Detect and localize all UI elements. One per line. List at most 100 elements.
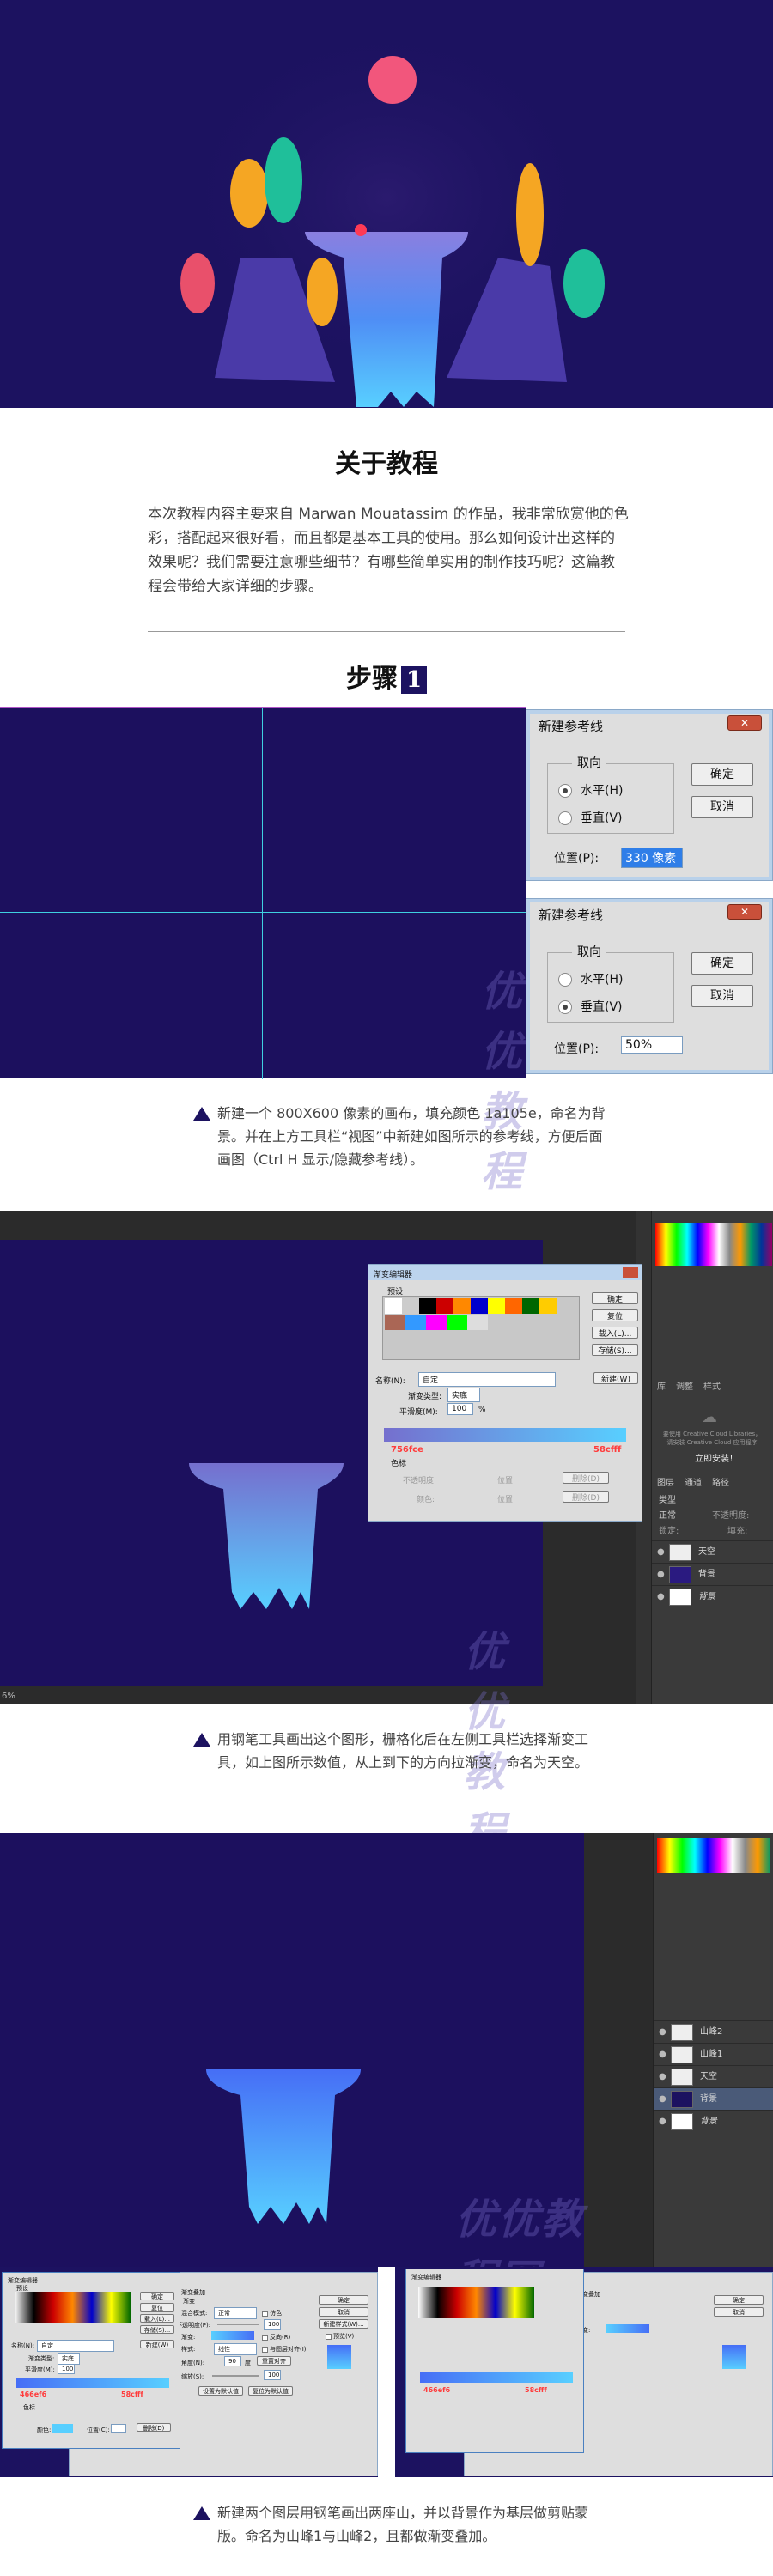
layer-row[interactable]: ● 天空 bbox=[652, 1540, 773, 1563]
new-button[interactable]: 新建(W) bbox=[593, 1372, 638, 1384]
reset-align-button[interactable]: 重置对齐 bbox=[257, 2356, 291, 2366]
preview-checkbox[interactable]: 预览(V) bbox=[326, 2332, 354, 2341]
eye-icon[interactable]: ● bbox=[659, 2088, 666, 2111]
smoothness-input[interactable]: 100 bbox=[447, 1403, 473, 1415]
reverse-checkbox[interactable]: 反向(R) bbox=[262, 2333, 290, 2342]
layer-row-selected[interactable]: ● 背景 bbox=[654, 2087, 773, 2110]
cancel-button[interactable]: 取消 bbox=[714, 2307, 764, 2317]
sky-and-mountains-shape bbox=[206, 2069, 361, 2224]
save-button[interactable]: 存储(S)... bbox=[140, 2325, 174, 2334]
load-button[interactable]: 载入(L)... bbox=[592, 1327, 638, 1339]
name-input[interactable]: 自定 bbox=[37, 2340, 114, 2352]
layer-row[interactable]: ● 背景 bbox=[652, 1585, 773, 1607]
ok-button[interactable]: 确定 bbox=[691, 763, 753, 786]
tab-paths[interactable]: 路径 bbox=[712, 1475, 729, 1488]
smoothness-input[interactable]: 100 bbox=[58, 2364, 75, 2374]
eye-icon[interactable]: ● bbox=[657, 1586, 665, 1608]
layer-row[interactable]: ● 背景 bbox=[652, 1563, 773, 1585]
swatches-panel[interactable] bbox=[657, 1838, 770, 1873]
position-label: 位置(P): bbox=[554, 1042, 600, 1056]
eye-icon[interactable]: ● bbox=[657, 1564, 665, 1586]
eye-icon[interactable]: ● bbox=[657, 1541, 665, 1564]
layer-row[interactable]: ● 背景 bbox=[654, 2110, 773, 2132]
layer-filter-kind[interactable]: 类型 bbox=[659, 1492, 676, 1505]
dither-checkbox[interactable]: 仿色 bbox=[262, 2309, 282, 2318]
eye-icon[interactable]: ● bbox=[659, 2066, 666, 2088]
checkbox-icon[interactable] bbox=[262, 2334, 268, 2341]
close-icon[interactable]: ✕ bbox=[727, 904, 762, 920]
color-swatch[interactable] bbox=[52, 2424, 73, 2433]
gradient-picker[interactable] bbox=[211, 2331, 254, 2340]
preset-swatches[interactable] bbox=[385, 1298, 557, 1314]
eye-icon[interactable]: ● bbox=[659, 2111, 666, 2133]
cancel-button[interactable]: 取消 bbox=[691, 796, 753, 818]
delete-button[interactable]: 删除(D) bbox=[137, 2423, 171, 2432]
tab-adjust[interactable]: 调整 bbox=[676, 1379, 693, 1392]
location-input[interactable] bbox=[111, 2424, 126, 2433]
angle-input[interactable]: 90 bbox=[224, 2356, 241, 2366]
delete-button[interactable]: 删除(D) bbox=[563, 1472, 609, 1484]
save-button[interactable]: 存储(S)... bbox=[592, 1344, 638, 1356]
gradient-bar[interactable] bbox=[16, 2378, 169, 2388]
gradient-bar[interactable] bbox=[384, 1428, 626, 1442]
tab-library[interactable]: 库 bbox=[657, 1379, 666, 1392]
opacity-input[interactable]: 100 bbox=[264, 2319, 281, 2330]
ok-button[interactable]: 确定 bbox=[592, 1292, 638, 1304]
radio-vertical[interactable]: 垂直(V) bbox=[558, 998, 623, 1015]
layer-row[interactable]: ● 山峰1 bbox=[654, 2043, 773, 2065]
radio-icon[interactable] bbox=[558, 811, 572, 825]
tab-styles[interactable]: 样式 bbox=[703, 1379, 721, 1392]
position-input[interactable]: 50% bbox=[621, 1036, 683, 1054]
set-default-button[interactable]: 设置为默认值 bbox=[198, 2386, 243, 2396]
reset-button[interactable]: 复位 bbox=[140, 2303, 174, 2312]
tab-layers[interactable]: 图层 bbox=[657, 1475, 674, 1488]
ok-button[interactable]: 确定 bbox=[319, 2295, 368, 2305]
layer-row[interactable]: ● 山峰2 bbox=[654, 2020, 773, 2043]
style-select[interactable]: 线性 bbox=[214, 2343, 257, 2355]
type-select[interactable]: 实底 bbox=[447, 1388, 480, 1402]
radio-icon[interactable] bbox=[558, 784, 572, 798]
scale-slider[interactable] bbox=[212, 2375, 259, 2377]
ok-button[interactable]: 确定 bbox=[140, 2292, 174, 2300]
radio-icon[interactable] bbox=[558, 973, 572, 987]
cancel-button[interactable]: 取消 bbox=[691, 985, 753, 1007]
blend-mode-select[interactable]: 正常 bbox=[659, 1508, 676, 1521]
opacity-slider[interactable] bbox=[217, 2324, 259, 2325]
reset-button[interactable]: 复位 bbox=[592, 1309, 638, 1321]
install-link[interactable]: 立即安装！ bbox=[695, 1451, 738, 1464]
scale-input[interactable]: 100 bbox=[264, 2370, 281, 2380]
presets-grid[interactable] bbox=[382, 1296, 580, 1360]
load-button[interactable]: 载入(L)... bbox=[140, 2314, 174, 2323]
gradient-bar[interactable] bbox=[420, 2372, 573, 2383]
radio-horizontal[interactable]: 水平(H) bbox=[558, 781, 623, 799]
new-button[interactable]: 新建(W) bbox=[140, 2340, 174, 2348]
layer-row[interactable]: ● 天空 bbox=[654, 2065, 773, 2087]
ok-button[interactable]: 确定 bbox=[714, 2295, 764, 2305]
position-input[interactable]: 330 像素 bbox=[621, 848, 683, 868]
gradient-picker[interactable] bbox=[606, 2324, 649, 2333]
presets-grid[interactable] bbox=[418, 2287, 534, 2318]
preset-swatches[interactable] bbox=[385, 1315, 488, 1330]
reset-default-button[interactable]: 复位为默认值 bbox=[248, 2386, 293, 2396]
radio-horizontal[interactable]: 水平(H) bbox=[558, 970, 623, 987]
checkbox-icon[interactable] bbox=[262, 2346, 268, 2353]
eye-icon[interactable]: ● bbox=[659, 2044, 666, 2066]
tab-channels[interactable]: 通道 bbox=[685, 1475, 702, 1488]
checkbox-icon[interactable] bbox=[262, 2310, 268, 2317]
swatches-panel[interactable] bbox=[655, 1223, 772, 1266]
radio-vertical[interactable]: 垂直(V) bbox=[558, 809, 623, 826]
radio-icon[interactable] bbox=[558, 1000, 572, 1014]
name-input[interactable]: 自定 bbox=[418, 1372, 556, 1387]
checkbox-icon[interactable] bbox=[326, 2333, 332, 2340]
close-icon[interactable] bbox=[623, 1267, 638, 1278]
align-checkbox[interactable]: 与图层对齐(I) bbox=[262, 2345, 307, 2354]
delete-button-2[interactable]: 删除(D) bbox=[563, 1491, 609, 1503]
new-style-button[interactable]: 新建样式(W)... bbox=[319, 2319, 368, 2329]
eye-icon[interactable]: ● bbox=[659, 2021, 666, 2044]
cancel-button[interactable]: 取消 bbox=[319, 2307, 368, 2317]
close-icon[interactable]: ✕ bbox=[727, 715, 762, 731]
presets-grid[interactable] bbox=[15, 2292, 131, 2323]
ok-button[interactable]: 确定 bbox=[691, 952, 753, 975]
blend-select[interactable]: 正常 bbox=[214, 2307, 257, 2319]
type-select[interactable]: 实底 bbox=[58, 2353, 80, 2365]
